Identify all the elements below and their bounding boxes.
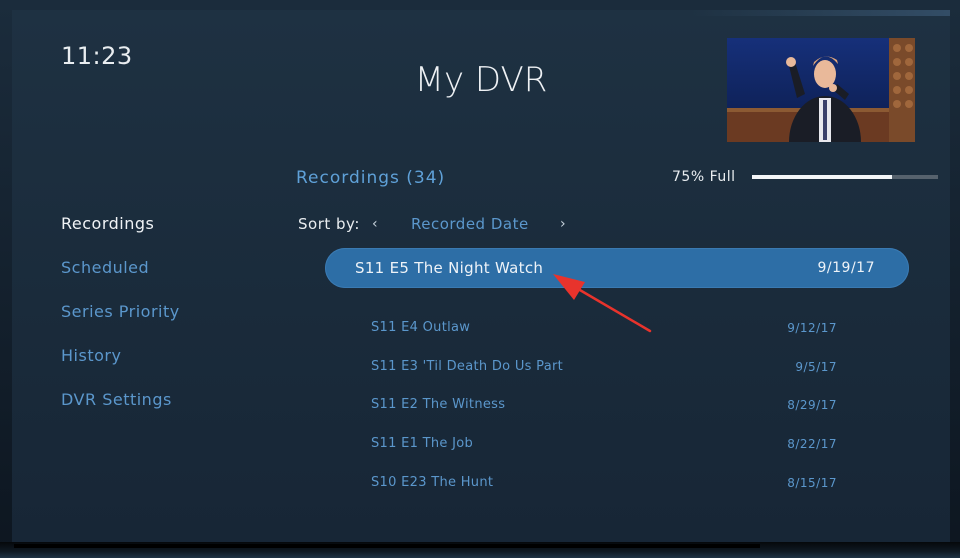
sidebar-item-scheduled[interactable]: Scheduled — [61, 258, 180, 302]
list-item[interactable]: S11 E4 Outlaw 9/12/17 — [371, 316, 837, 355]
chevron-right-icon[interactable]: › — [560, 216, 566, 232]
storage-meter — [752, 175, 938, 179]
recording-date: 8/15/17 — [787, 475, 837, 490]
recording-title: S10 E23 The Hunt — [371, 474, 494, 490]
recording-date: 8/22/17 — [787, 437, 837, 452]
recording-title: S11 E4 Outlaw — [371, 320, 471, 335]
sort-label: Sort by: — [298, 215, 360, 233]
recording-title: S11 E1 The Job — [371, 436, 474, 452]
screen-glare — [690, 10, 950, 16]
list-item[interactable]: S11 E2 The Witness 8/29/17 — [371, 393, 837, 432]
selected-recording-row[interactable]: S11 E5 The Night Watch 9/19/17 — [325, 248, 909, 288]
storage-meter-fill — [752, 175, 892, 179]
list-item[interactable]: S11 E1 The Job 8/22/17 — [371, 432, 837, 471]
recording-date: 9/5/17 — [795, 359, 837, 374]
list-item[interactable]: S11 E3 'Til Death Do Us Part 9/5/17 — [371, 355, 837, 394]
dvr-sidebar: Recordings Scheduled Series Priority His… — [61, 214, 180, 434]
recording-date: 8/29/17 — [787, 398, 837, 413]
dvr-screen: 11:23 My DVR Recordings (34) 75% Full Re… — [12, 10, 950, 542]
recording-title: S11 E3 'Til Death Do Us Part — [371, 358, 564, 374]
bottom-progress-strip — [14, 544, 760, 548]
live-tv-preview[interactable] — [727, 38, 915, 142]
storage-label: 75% Full — [672, 169, 736, 185]
preview-image — [727, 38, 915, 142]
sidebar-item-series-priority[interactable]: Series Priority — [61, 302, 180, 346]
selected-recording-date: 9/19/17 — [817, 260, 875, 276]
chevron-left-icon[interactable]: ‹ — [372, 216, 378, 232]
list-item[interactable]: S10 E23 The Hunt 8/15/17 — [371, 471, 837, 510]
sort-value[interactable]: Recorded Date — [411, 215, 529, 233]
recording-date: 9/12/17 — [787, 321, 837, 335]
tv-bottom-bar — [0, 542, 960, 558]
selected-recording-title: S11 E5 The Night Watch — [355, 259, 544, 277]
sidebar-item-dvr-settings[interactable]: DVR Settings — [61, 390, 180, 434]
recording-title: S11 E2 The Witness — [371, 397, 506, 413]
recordings-list: S11 E4 Outlaw 9/12/17 S11 E3 'Til Death … — [371, 316, 837, 509]
sidebar-item-recordings[interactable]: Recordings — [61, 214, 180, 258]
sort-control: Sort by: ‹ Recorded Date › — [298, 215, 566, 233]
sidebar-item-history[interactable]: History — [61, 346, 180, 390]
recordings-count-title: Recordings (34) — [296, 168, 446, 188]
